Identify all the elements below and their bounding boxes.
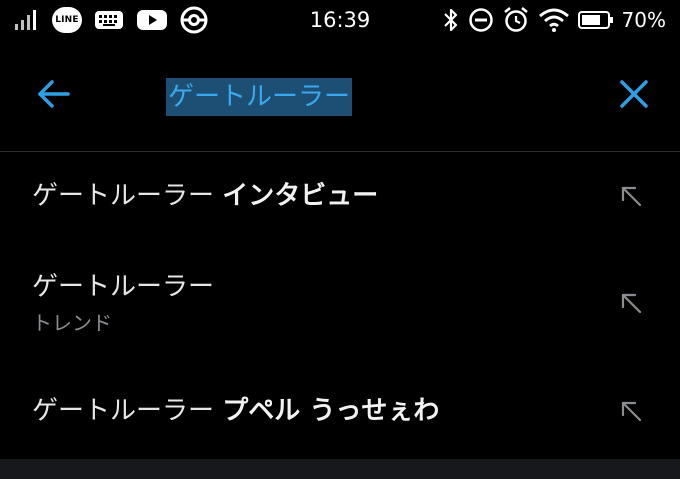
clear-search-button[interactable] (612, 74, 656, 118)
fill-query-button[interactable] (616, 183, 646, 213)
fill-query-button[interactable] (616, 398, 646, 428)
keyboard-icon (94, 9, 124, 31)
fill-query-button[interactable] (616, 290, 646, 320)
arrow-up-left-icon (619, 291, 643, 319)
do-not-disturb-icon (468, 7, 494, 33)
suggestion-item[interactable]: ゲートルーラー インタビュー (0, 152, 680, 244)
back-button[interactable] (28, 74, 78, 118)
arrow-up-left-icon (619, 184, 643, 212)
suggestion-emphasis: プペル うっせぇわ (222, 396, 440, 426)
pokeball-icon (180, 6, 208, 34)
youtube-icon (136, 8, 168, 32)
battery-percent: 70% (621, 8, 666, 32)
arrow-up-left-icon (619, 399, 643, 427)
wifi-icon (538, 7, 570, 33)
alarm-icon (502, 6, 530, 34)
suggestion-text: ゲートルーラー (32, 270, 214, 304)
suggestion-prefix: ゲートルーラー (32, 181, 223, 211)
suggestion-item[interactable]: ゲートルーラー プペル うっせぇわ (0, 362, 680, 459)
close-icon (619, 79, 649, 113)
line-app-icon: LINE (52, 7, 82, 33)
suggestion-emphasis: インタビュー (222, 181, 379, 211)
status-bar-right: 70% (442, 6, 666, 34)
search-query-selected-text: ゲートルーラー (166, 78, 353, 116)
search-header: ゲートルーラー (0, 40, 680, 151)
bluetooth-icon (442, 7, 460, 33)
suggestion-subtitle: トレンド (32, 311, 112, 335)
suggestion-prefix: ゲートルーラー (32, 272, 215, 302)
suggestion-prefix: ゲートルーラー (32, 396, 223, 426)
status-bar: LINE 16:39 70% (0, 0, 680, 40)
status-bar-left: LINE (14, 6, 208, 34)
signal-icon (14, 8, 40, 32)
suggestion-text: ゲートルーラー プペル うっせぇわ (32, 394, 439, 428)
bottom-panel-edge (0, 459, 680, 479)
arrow-left-icon (36, 79, 70, 113)
suggestion-item[interactable]: ゲートルーラー トレンド (0, 244, 680, 362)
suggestion-text: ゲートルーラー インタビュー (32, 179, 378, 213)
battery-icon (577, 10, 614, 30)
